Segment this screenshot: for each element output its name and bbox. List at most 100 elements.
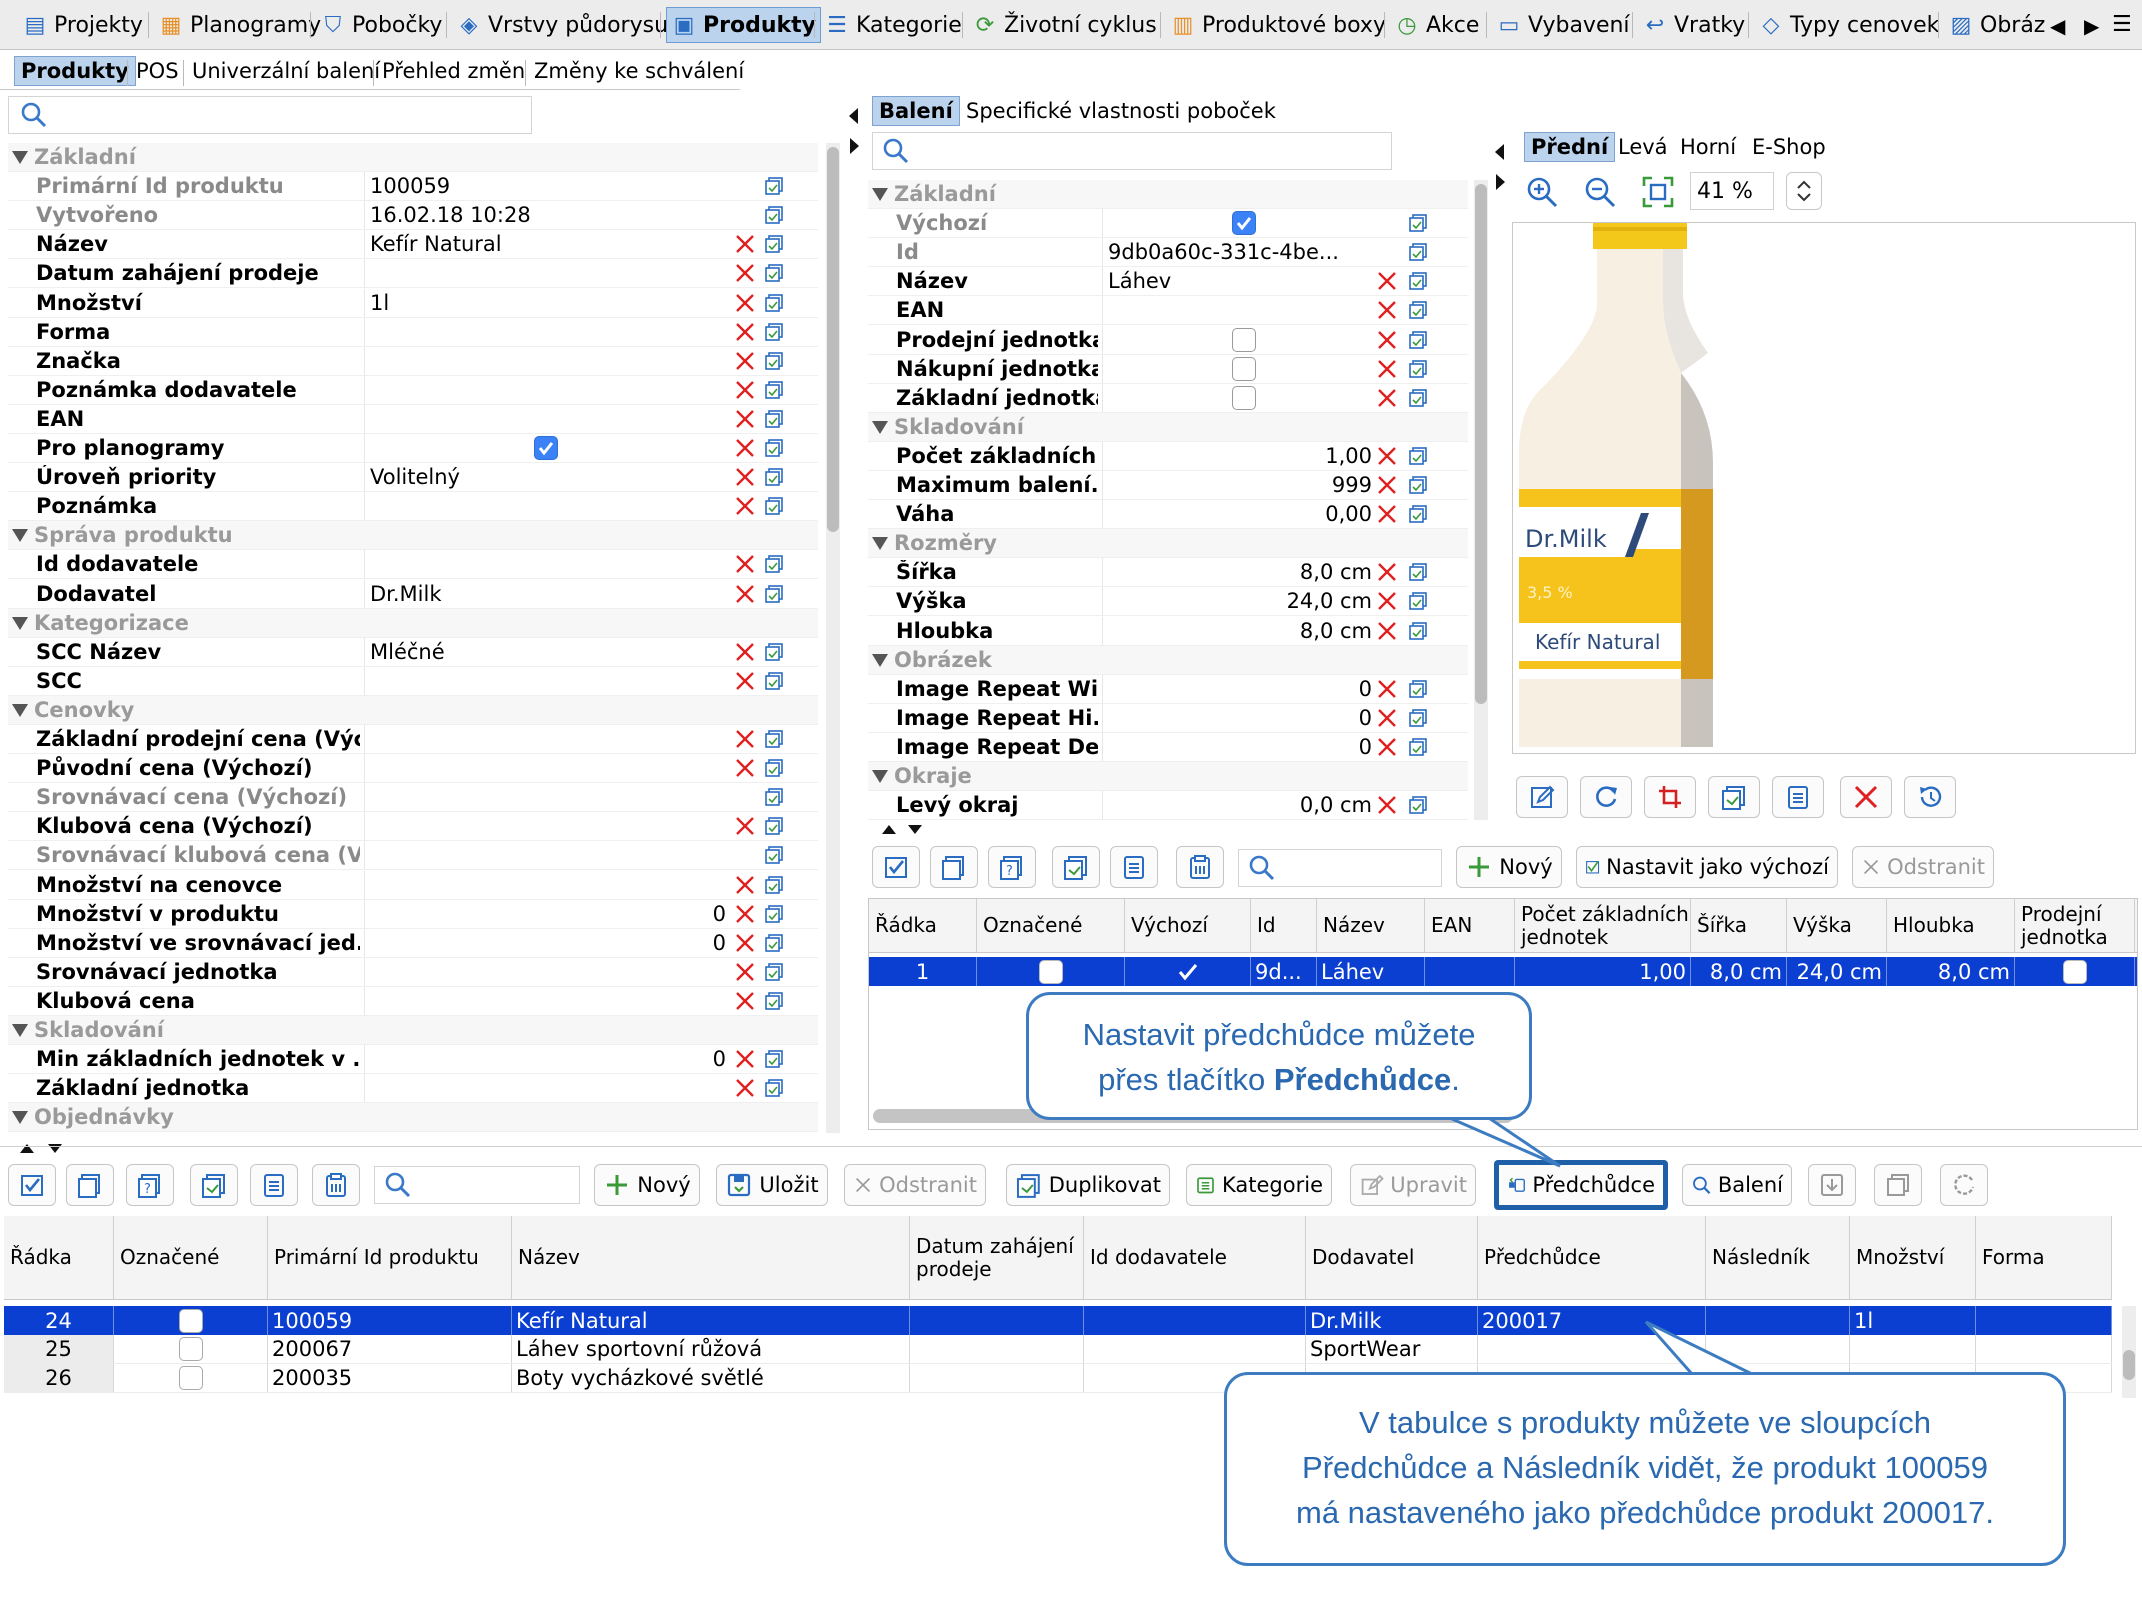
- property-row[interactable]: EAN: [868, 296, 1468, 326]
- table-cell[interactable]: [910, 1335, 1084, 1363]
- checkbox[interactable]: [1232, 211, 1256, 236]
- property-value[interactable]: Mléčné: [370, 640, 728, 664]
- property-value[interactable]: 0: [370, 902, 726, 926]
- table-cell[interactable]: Kefír Natural: [512, 1306, 910, 1335]
- clear-value-icon[interactable]: [734, 262, 756, 284]
- property-row[interactable]: Id 9db0a60c-331c-4be...: [868, 238, 1468, 268]
- property-row[interactable]: Image Repeat Wi... 0: [868, 674, 1468, 704]
- property-row[interactable]: Množství ve srovnávací jed... 0: [8, 928, 818, 958]
- copy-value-icon[interactable]: [1408, 388, 1428, 408]
- clear-value-icon[interactable]: [734, 495, 756, 517]
- table-cell[interactable]: Dr.Milk: [1306, 1306, 1478, 1335]
- clear-value-icon[interactable]: [1376, 561, 1398, 583]
- property-row[interactable]: Primární Id produktu 100059: [8, 172, 818, 202]
- property-value[interactable]: 0,00: [1108, 502, 1372, 526]
- column-header[interactable]: Prodejní jednotka: [2015, 899, 2135, 952]
- column-header[interactable]: Id: [1251, 899, 1317, 952]
- clear-value-icon[interactable]: [1376, 474, 1398, 496]
- new-product-button[interactable]: Nový: [594, 1164, 700, 1206]
- copy-value-icon[interactable]: [764, 584, 784, 604]
- expand-triangle-icon[interactable]: [872, 770, 888, 783]
- copy-value-icon[interactable]: [1408, 300, 1428, 320]
- expand-triangle-icon[interactable]: [12, 616, 28, 630]
- copy-value-icon[interactable]: [764, 409, 784, 429]
- table-cell[interactable]: [114, 1364, 268, 1392]
- copy-to-clipboard-button[interactable]: [190, 1164, 238, 1206]
- copy-value-icon[interactable]: [764, 293, 784, 313]
- property-row[interactable]: Základní prodejní cena (Výc...: [8, 725, 818, 755]
- tab-lifecycle[interactable]: ⟳ Životní cyklus: [968, 7, 1161, 43]
- clear-value-icon[interactable]: [1376, 707, 1398, 729]
- subtab-0[interactable]: Produkty: [14, 56, 136, 86]
- column-header[interactable]: Název: [1317, 899, 1425, 952]
- table-cell[interactable]: 8,0 cm: [1887, 957, 2015, 986]
- clear-value-icon[interactable]: [734, 583, 756, 605]
- expand-triangle-icon[interactable]: [12, 1024, 28, 1037]
- table-cell[interactable]: 1: [869, 957, 977, 986]
- refresh-image-button[interactable]: [1580, 776, 1632, 818]
- column-header[interactable]: Šířka: [1691, 899, 1787, 952]
- checkbox[interactable]: [1176, 960, 1200, 984]
- table-cell[interactable]: [1976, 1335, 2112, 1363]
- property-value[interactable]: 100059: [370, 174, 728, 198]
- property-row[interactable]: Šířka 8,0 cm: [868, 558, 1468, 588]
- copy-value-icon[interactable]: [764, 1049, 784, 1069]
- copy-value-icon[interactable]: [1408, 242, 1428, 262]
- tab-equipment[interactable]: ▭ Vybavení: [1492, 7, 1634, 43]
- expand-triangle-icon[interactable]: [872, 188, 888, 201]
- viewtabs-tab-0[interactable]: Přední: [1524, 132, 1616, 162]
- clear-value-icon[interactable]: [734, 437, 756, 459]
- property-row[interactable]: Výška 24,0 cm: [868, 587, 1468, 617]
- save-button[interactable]: Uložit: [716, 1164, 828, 1206]
- property-row[interactable]: Prodejní jednotka: [868, 325, 1468, 355]
- property-row[interactable]: Srovnávací klubová cena (V...: [8, 841, 818, 871]
- property-row[interactable]: Množství 1l: [8, 288, 818, 318]
- clear-value-icon[interactable]: [734, 321, 756, 343]
- property-row[interactable]: Forma: [8, 317, 818, 347]
- table-cell[interactable]: 25: [4, 1335, 114, 1363]
- property-row[interactable]: Hloubka 8,0 cm: [868, 616, 1468, 646]
- midtabs-tab-1[interactable]: Specifické vlastnosti poboček: [960, 96, 1282, 126]
- table-row[interactable]: 1 9d... Láhev 1,00 8,0 cm 24,0 cm 8,0 cm: [869, 957, 2137, 986]
- panel-left-arrow-icon[interactable]: [1494, 142, 1506, 162]
- clear-value-icon[interactable]: [1376, 270, 1398, 292]
- property-value[interactable]: 0: [1108, 677, 1372, 701]
- property-row[interactable]: Značka: [8, 346, 818, 376]
- table-cell[interactable]: [910, 1364, 1084, 1392]
- table-row[interactable]: 24 100059 Kefír Natural Dr.Milk 200017 1l: [4, 1306, 2112, 1335]
- panel-right-arrow-icon[interactable]: [1494, 172, 1506, 192]
- column-header[interactable]: Dodavatel: [1306, 1216, 1478, 1299]
- clipboard-list-button[interactable]: [312, 1164, 360, 1206]
- property-value[interactable]: Volitelný: [370, 465, 728, 489]
- checkbox[interactable]: [178, 1308, 203, 1333]
- checkbox[interactable]: [178, 1366, 203, 1390]
- clear-value-icon[interactable]: [734, 1048, 756, 1070]
- set-default-button[interactable]: Nastavit jako výchozí: [1576, 846, 1838, 888]
- column-header[interactable]: Název: [512, 1216, 910, 1299]
- property-row[interactable]: Pro planogramy: [8, 434, 818, 464]
- property-row[interactable]: Klubová cena (Výchozí): [8, 812, 818, 842]
- property-row[interactable]: Min základních jednotek v ... 0: [8, 1045, 818, 1075]
- table-cell[interactable]: SportWear: [1306, 1335, 1478, 1363]
- expand-triangle-icon[interactable]: [12, 151, 28, 164]
- new-packaging-button[interactable]: Nový: [1456, 846, 1562, 888]
- clear-value-icon[interactable]: [734, 553, 756, 575]
- property-value[interactable]: 16.02.18 10:28: [370, 203, 728, 227]
- table-row[interactable]: 25 200067 Láhev sportovní růžová SportWear: [4, 1335, 2112, 1364]
- mid-scrollbar[interactable]: [1474, 180, 1488, 820]
- property-row[interactable]: Poznámka dodavatele: [8, 375, 818, 405]
- property-row[interactable]: Úroveň priority Volitelný: [8, 463, 818, 493]
- table-cell[interactable]: [1084, 1335, 1306, 1363]
- tab-scroll-left-icon[interactable]: ◀: [2050, 14, 2065, 38]
- clear-value-icon[interactable]: [734, 757, 756, 779]
- property-row[interactable]: Image Repeat De... 0: [868, 732, 1468, 762]
- property-value[interactable]: 999: [1108, 473, 1372, 497]
- property-value[interactable]: 9db0a60c-331c-4be...: [1108, 240, 1370, 264]
- copy-value-icon[interactable]: [764, 991, 784, 1011]
- copy-value-icon[interactable]: [764, 322, 784, 342]
- copy-value-icon[interactable]: [764, 1078, 784, 1098]
- zoom-out-icon[interactable]: [1582, 174, 1618, 210]
- expand-triangle-icon[interactable]: [12, 529, 28, 543]
- property-row[interactable]: Výchozí: [868, 209, 1468, 239]
- copy-value-icon[interactable]: [764, 234, 784, 254]
